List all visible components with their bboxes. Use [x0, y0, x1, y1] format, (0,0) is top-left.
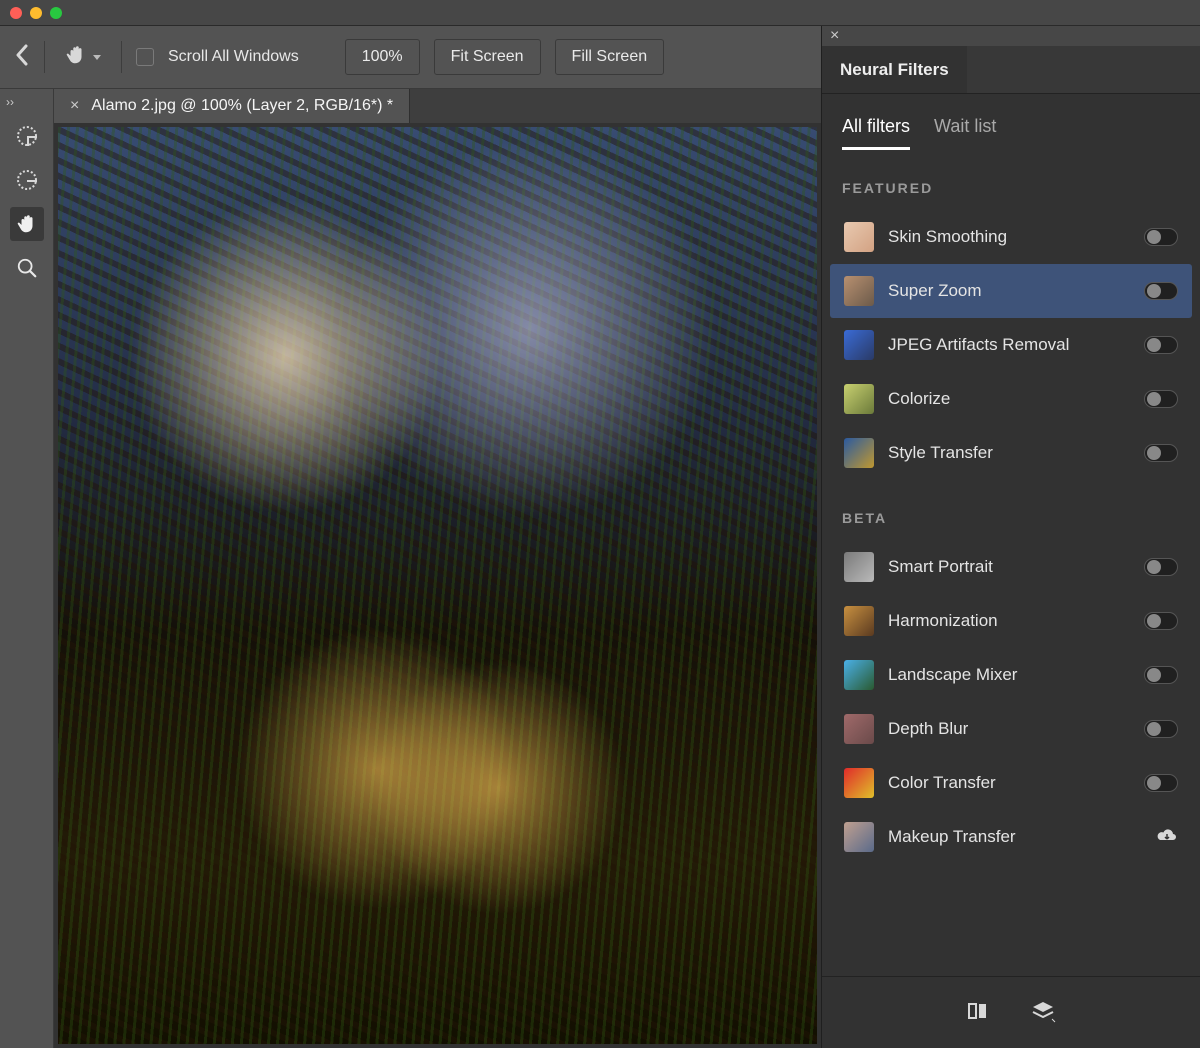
filter-item-smart-portrait[interactable]: Smart Portrait	[830, 540, 1192, 594]
filter-toggle[interactable]	[1144, 558, 1178, 576]
filter-thumbnail	[844, 276, 874, 306]
window-close-button[interactable]	[10, 7, 22, 19]
hand-icon	[65, 44, 87, 70]
tab-all-filters[interactable]: All filters	[842, 116, 910, 150]
scroll-all-windows-label: Scroll All Windows	[168, 48, 299, 66]
document-tab[interactable]: × Alamo 2.jpg @ 100% (Layer 2, RGB/16*) …	[54, 89, 410, 123]
zoom-level-button[interactable]: 100%	[345, 39, 420, 75]
zoom-in-tool[interactable]	[10, 119, 44, 153]
filter-label: Makeup Transfer	[888, 827, 1142, 847]
filter-toggle[interactable]	[1144, 390, 1178, 408]
back-button[interactable]	[14, 44, 30, 70]
filter-label: Smart Portrait	[888, 557, 1130, 577]
filter-thumbnail	[844, 606, 874, 636]
filter-label: Super Zoom	[888, 281, 1130, 301]
filter-label: Landscape Mixer	[888, 665, 1130, 685]
filter-thumbnail	[844, 438, 874, 468]
layout-comparison-icon[interactable]	[966, 999, 990, 1027]
filter-label: Color Transfer	[888, 773, 1130, 793]
filter-thumbnail	[844, 222, 874, 252]
filter-item-color-transfer[interactable]: Color Transfer	[830, 756, 1192, 810]
filter-thumbnail	[844, 768, 874, 798]
filter-toggle[interactable]	[1144, 720, 1178, 738]
expand-panels-icon[interactable]: ››	[6, 95, 14, 109]
fill-screen-button[interactable]: Fill Screen	[555, 39, 665, 75]
filter-toggle[interactable]	[1144, 336, 1178, 354]
filter-thumbnail	[844, 660, 874, 690]
filter-toggle[interactable]	[1144, 282, 1178, 300]
filter-thumbnail	[844, 384, 874, 414]
fit-screen-button[interactable]: Fit Screen	[434, 39, 541, 75]
filter-label: Style Transfer	[888, 443, 1130, 463]
panel-title-tab[interactable]: Neural Filters	[822, 46, 967, 93]
filter-item-makeup-transfer[interactable]: Makeup Transfer	[830, 810, 1192, 864]
filter-item-super-zoom[interactable]: Super Zoom	[830, 264, 1192, 318]
filter-label: Skin Smoothing	[888, 227, 1130, 247]
neural-filters-panel: × Neural Filters All filters Wait list F…	[821, 26, 1200, 1048]
filter-label: Depth Blur	[888, 719, 1130, 739]
canvas-viewport[interactable]	[58, 127, 817, 1044]
tab-wait-list[interactable]: Wait list	[934, 116, 996, 150]
tool-preset-picker[interactable]	[59, 40, 107, 74]
chevron-down-icon	[93, 55, 101, 60]
filter-item-style-transfer[interactable]: Style Transfer	[830, 426, 1192, 480]
filter-toggle[interactable]	[1144, 774, 1178, 792]
filter-thumbnail	[844, 330, 874, 360]
panel-close-button[interactable]: ×	[822, 26, 1200, 46]
download-cloud-icon[interactable]	[1156, 826, 1178, 848]
filter-thumbnail	[844, 822, 874, 852]
window-maximize-button[interactable]	[50, 7, 62, 19]
filter-item-jpeg-artifacts-removal[interactable]: JPEG Artifacts Removal	[830, 318, 1192, 372]
options-bar: Scroll All Windows 100% Fit Screen Fill …	[0, 26, 821, 89]
filter-thumbnail	[844, 552, 874, 582]
filter-label: Colorize	[888, 389, 1130, 409]
close-tab-icon[interactable]: ×	[70, 97, 79, 115]
filter-label: JPEG Artifacts Removal	[888, 335, 1130, 355]
filter-toggle[interactable]	[1144, 444, 1178, 462]
filter-item-colorize[interactable]: Colorize	[830, 372, 1192, 426]
scroll-all-windows-checkbox[interactable]	[136, 48, 154, 66]
hand-tool[interactable]	[10, 207, 44, 241]
filter-label: Harmonization	[888, 611, 1130, 631]
section-header: FEATURED	[822, 150, 1200, 210]
filter-item-skin-smoothing[interactable]: Skin Smoothing	[830, 210, 1192, 264]
filter-thumbnail	[844, 714, 874, 744]
section-header: BETA	[822, 480, 1200, 540]
filter-item-depth-blur[interactable]: Depth Blur	[830, 702, 1192, 756]
zoom-out-tool[interactable]	[10, 163, 44, 197]
document-tab-strip: × Alamo 2.jpg @ 100% (Layer 2, RGB/16*) …	[54, 89, 821, 123]
window-titlebar	[0, 0, 1200, 26]
filter-item-harmonization[interactable]: Harmonization	[830, 594, 1192, 648]
filter-item-landscape-mixer[interactable]: Landscape Mixer	[830, 648, 1192, 702]
window-minimize-button[interactable]	[30, 7, 42, 19]
filter-toggle[interactable]	[1144, 666, 1178, 684]
zoom-tool[interactable]	[10, 251, 44, 285]
layers-output-icon[interactable]	[1030, 999, 1056, 1027]
document-tab-title: Alamo 2.jpg @ 100% (Layer 2, RGB/16*) *	[91, 97, 393, 115]
left-tool-gutter: ››	[0, 89, 54, 1048]
filter-toggle[interactable]	[1144, 228, 1178, 246]
filter-toggle[interactable]	[1144, 612, 1178, 630]
